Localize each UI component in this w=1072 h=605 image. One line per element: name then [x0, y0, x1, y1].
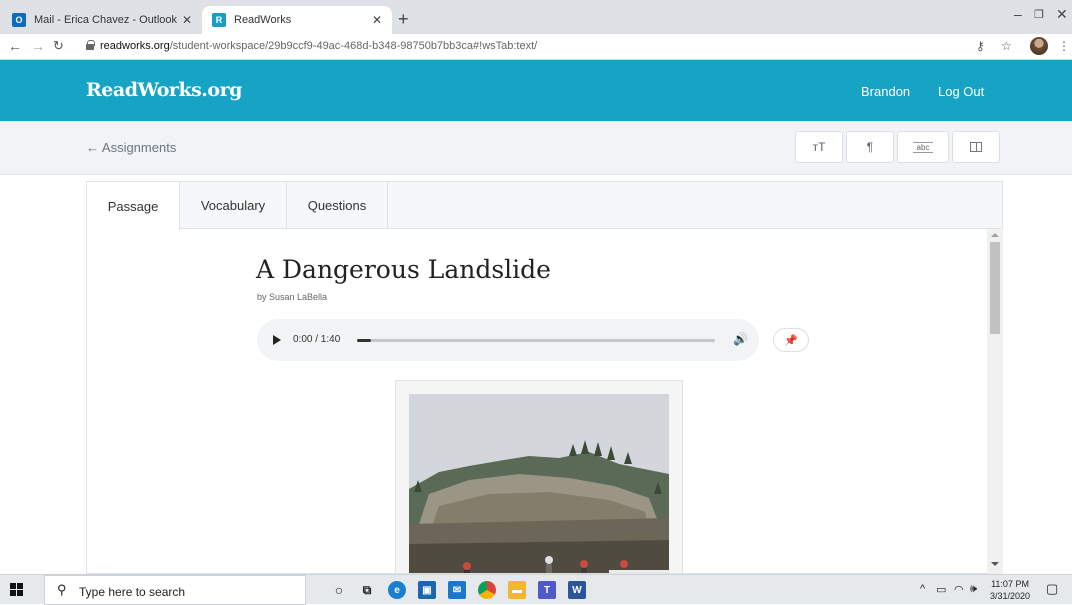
edge-icon[interactable]: e [388, 581, 406, 599]
audio-player: 0:00 / 1:40 🔊 [257, 319, 759, 361]
tab-outlook[interactable]: O Mail - Erica Chavez - Outlook ✕ [2, 6, 202, 34]
tab-vocabulary[interactable]: Vocabulary [180, 182, 287, 229]
pin-player-button[interactable]: 📌 [773, 328, 809, 352]
browser-tab-bar: O Mail - Erica Chavez - Outlook ✕ R Read… [0, 0, 1072, 34]
search-icon: ⚲ [57, 582, 67, 597]
site-header: ReadWorks.org Brandon Log Out [0, 60, 1072, 121]
wifi-icon[interactable]: ◠ [954, 583, 964, 596]
address-bar: ← → ↻ readworks.org/student-workspace/29… [0, 34, 1072, 60]
chrome-icon[interactable] [478, 581, 496, 599]
minimize-button[interactable]: – [1014, 6, 1022, 22]
passage-card: Passage Vocabulary Questions A Dangerous… [86, 181, 1003, 574]
outlook-icon: O [12, 13, 26, 27]
scroll-down-icon[interactable] [991, 562, 999, 566]
show-hidden-icons[interactable]: ^ [920, 583, 925, 595]
text-size-icon: тT [812, 140, 826, 154]
highlight-icon: abc [912, 141, 934, 153]
word-icon[interactable]: W [568, 581, 586, 599]
close-window-button[interactable]: ✕ [1056, 6, 1068, 23]
audio-time: 0:00 / 1:40 [293, 334, 341, 345]
tab-questions[interactable]: Questions [287, 182, 388, 229]
tab-readworks[interactable]: R ReadWorks ✕ [202, 6, 392, 34]
key-icon[interactable]: ⚷ [976, 39, 985, 53]
readworks-logo[interactable]: ReadWorks.org [86, 79, 242, 101]
passage-image-frame [395, 380, 683, 573]
volume-tray-icon[interactable]: 🕪 [970, 583, 977, 596]
back-to-assignments-link[interactable]: ← Assignments [86, 140, 176, 155]
highlight-button[interactable]: abc [897, 131, 949, 163]
forward-arrow-icon[interactable]: → [31, 38, 45, 54]
taskbar-search-box[interactable]: ⚲ Type here to search [44, 575, 306, 605]
store-icon[interactable]: ▣ [418, 581, 436, 599]
restore-button[interactable]: ❐ [1034, 8, 1044, 21]
paragraph-button[interactable]: ¶ [846, 131, 894, 163]
clock-date: 3/31/2020 [990, 591, 1031, 601]
cortana-icon[interactable]: ○ [330, 581, 348, 599]
tab-title: Mail - Erica Chavez - Outlook [34, 14, 178, 26]
passage-title: A Dangerous Landslide [256, 255, 551, 284]
content-scrollbar[interactable] [987, 229, 1003, 574]
play-icon[interactable] [273, 335, 281, 345]
taskbar-clock[interactable]: 11:07 PM 3/31/2020 [990, 578, 1030, 602]
assignment-toolbar: ← Assignments тT ¶ abc [0, 121, 1072, 175]
profile-avatar[interactable] [1030, 37, 1048, 55]
reload-icon[interactable]: ↻ [53, 38, 64, 54]
search-placeholder: Type here to search [79, 585, 186, 599]
url-host: readworks.org [100, 40, 170, 52]
logout-link[interactable]: Log Out [938, 84, 984, 99]
task-view-icon[interactable]: ⧉ [358, 581, 376, 599]
teams-icon[interactable]: T [538, 581, 556, 599]
notifications-icon[interactable]: ▢ [1046, 581, 1058, 597]
passage-byline: by Susan LaBella [257, 292, 328, 302]
lock-icon [86, 40, 95, 50]
paragraph-icon: ¶ [866, 140, 874, 154]
audio-progress-fill [357, 339, 372, 342]
new-tab-button[interactable]: + [398, 9, 409, 30]
pin-icon: 📌 [784, 334, 798, 347]
scroll-thumb[interactable] [990, 242, 1000, 334]
star-icon[interactable]: ☆ [1001, 39, 1012, 53]
audio-seek-bar[interactable] [357, 339, 715, 342]
columns-icon [970, 142, 982, 152]
user-name-link[interactable]: Brandon [861, 84, 910, 99]
close-icon[interactable]: ✕ [182, 13, 192, 27]
close-icon[interactable]: ✕ [372, 13, 382, 27]
landslide-photo [409, 394, 669, 573]
scroll-up-icon[interactable] [991, 233, 999, 237]
tab-passage[interactable]: Passage [87, 182, 180, 230]
menu-icon[interactable]: ⋮ [1058, 39, 1070, 53]
mail-icon[interactable]: ✉ [448, 581, 466, 599]
readworks-icon: R [212, 13, 226, 27]
back-arrow-icon[interactable]: ← [8, 38, 22, 54]
content-tabs: Passage Vocabulary Questions [87, 182, 1002, 230]
columns-button[interactable] [952, 131, 1000, 163]
volume-icon[interactable]: 🔊 [733, 332, 748, 346]
text-size-button[interactable]: тT [795, 131, 843, 163]
landslide-illustration [409, 394, 669, 573]
windows-taskbar: ⚲ Type here to search ○ ⧉ e ▣ ✉ ▬ T W ^ … [0, 574, 1072, 605]
windows-start-icon[interactable] [10, 583, 24, 597]
clock-time: 11:07 PM [991, 579, 1029, 589]
battery-icon[interactable]: ▭ [936, 583, 946, 596]
url-field[interactable]: readworks.org/student-workspace/29b9ccf9… [100, 40, 537, 52]
file-explorer-icon[interactable]: ▬ [508, 581, 526, 599]
tab-title: ReadWorks [234, 14, 292, 26]
url-path: /student-workspace/29b9ccf9-49ac-468d-b3… [169, 40, 538, 52]
